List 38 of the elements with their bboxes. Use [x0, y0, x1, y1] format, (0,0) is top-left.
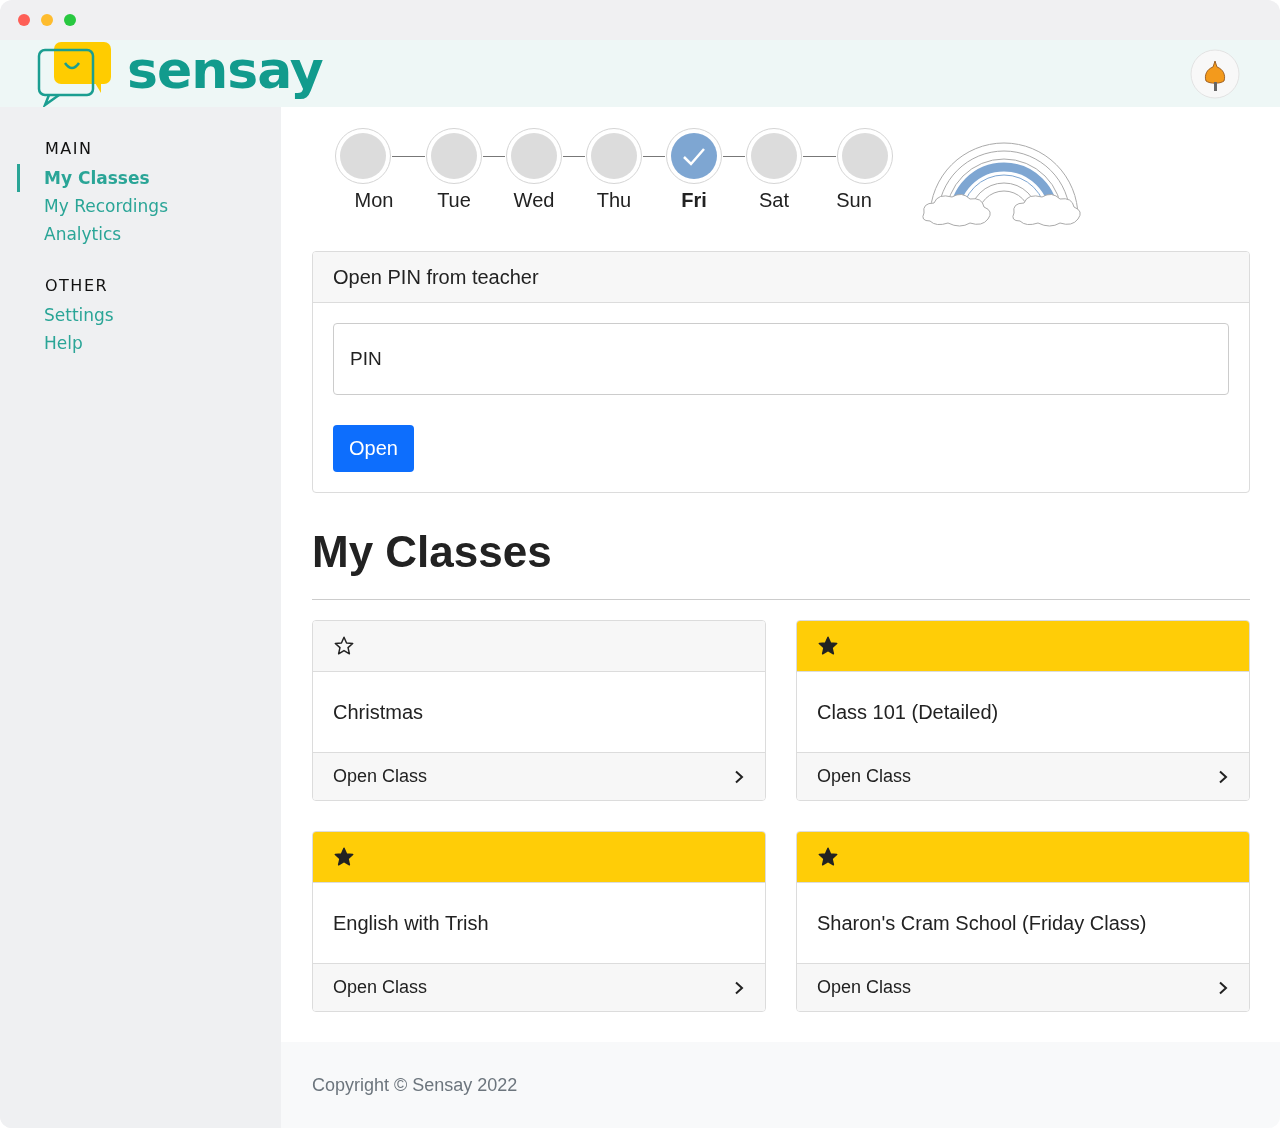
chevron-right-icon	[733, 980, 745, 995]
day-label: Fri	[681, 189, 707, 212]
speech-bubbles-logo-icon	[37, 40, 113, 107]
day-label: Thu	[596, 189, 632, 212]
day-label: Mon	[354, 189, 394, 212]
logo-wordmark: sensay	[127, 39, 323, 100]
class-name: English with Trish	[333, 911, 489, 935]
sidebar-link[interactable]: Settings	[17, 301, 281, 329]
sidebar-link[interactable]: Analytics	[17, 220, 281, 248]
day-label: Tue	[437, 189, 471, 212]
card-title: Open PIN from teacher	[313, 252, 1249, 303]
chevron-right-icon	[1217, 769, 1229, 784]
chevron-right-icon	[1217, 980, 1229, 995]
sidebar-link[interactable]: My Recordings	[17, 192, 281, 220]
class-name: Christmas	[333, 700, 423, 724]
day-label: Wed	[513, 189, 555, 212]
filled-star-icon[interactable]	[333, 846, 355, 868]
star-outline-icon[interactable]	[333, 635, 355, 657]
class-name: Sharon's Cram School (Friday Class)	[817, 911, 1147, 935]
class-name: Class 101 (Detailed)	[817, 700, 999, 724]
page-heading: My Classes	[312, 527, 553, 577]
day-label: Sun	[836, 189, 872, 212]
open-class-link[interactable]: Open Class	[797, 752, 1249, 800]
filled-star-icon[interactable]	[817, 846, 839, 868]
close-window-icon[interactable]	[18, 14, 30, 26]
open-class-link[interactable]: Open Class	[313, 752, 765, 800]
chevron-right-icon	[733, 769, 745, 784]
filled-star-icon[interactable]	[817, 635, 839, 657]
sidebar-link[interactable]: Help	[17, 329, 281, 357]
open-class-link[interactable]: Open Class	[797, 963, 1249, 1011]
avatar-icon[interactable]	[1190, 48, 1240, 99]
sidebar-heading: OTHER	[44, 276, 110, 295]
open-button[interactable]: Open	[333, 425, 414, 472]
pin-input-field[interactable]: PIN	[333, 323, 1229, 395]
copyright-text: Copyright © Sensay 2022	[312, 1074, 518, 1096]
day-label: Sat	[759, 189, 789, 212]
sidebar-heading: MAIN	[44, 139, 94, 158]
open-class-link[interactable]: Open Class	[313, 963, 765, 1011]
